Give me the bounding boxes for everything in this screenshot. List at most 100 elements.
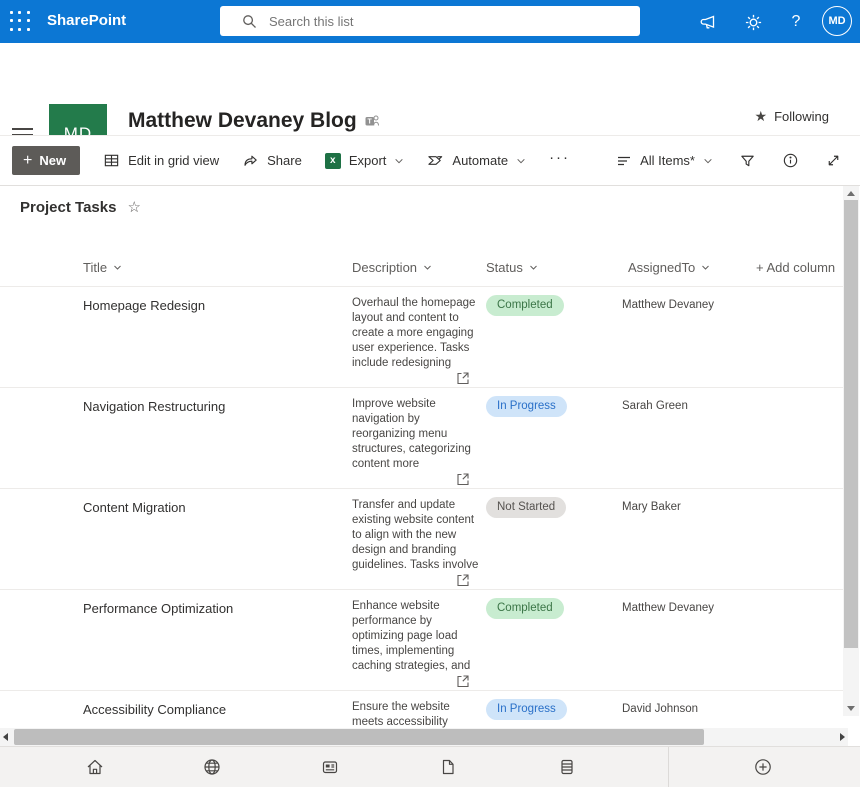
scroll-down-arrow[interactable]: [847, 706, 855, 711]
search-icon: [242, 14, 257, 29]
sharepoint-logo-link[interactable]: SharePoint: [47, 12, 126, 29]
column-header-status[interactable]: Status: [486, 260, 538, 275]
chevron-down-icon: [423, 263, 432, 272]
search-box[interactable]: [220, 6, 640, 36]
teams-icon: T: [365, 114, 379, 128]
column-header-assignedto[interactable]: AssignedTo: [628, 260, 710, 275]
footer-app-bar: [0, 746, 860, 787]
share-label: Share: [267, 153, 302, 168]
suite-bar: SharePoint ? MD: [0, 0, 860, 43]
status-badge: Completed: [486, 598, 564, 619]
home-icon[interactable]: [84, 756, 106, 778]
following-button[interactable]: ★ Following: [743, 108, 829, 125]
row-assigned-to: Matthew Devaney: [622, 602, 714, 614]
search-input[interactable]: [267, 13, 630, 30]
view-selector[interactable]: All Items*: [616, 153, 713, 169]
footer-divider: [668, 747, 669, 787]
status-badge: In Progress: [486, 396, 567, 417]
table-header: Title Description Status AssignedTo + Ad…: [0, 250, 843, 287]
site-header: MD Matthew Devaney Blog T Private group …: [0, 43, 860, 135]
row-title[interactable]: Navigation Restructuring: [83, 399, 225, 414]
site-title[interactable]: Matthew Devaney Blog T: [128, 109, 379, 133]
automate-button[interactable]: Automate: [427, 152, 526, 169]
view-selector-label: All Items*: [640, 153, 695, 168]
app-launcher-waffle-icon[interactable]: [10, 11, 31, 32]
grid-icon: [103, 152, 120, 169]
external-link-icon[interactable]: [457, 674, 469, 692]
vertical-scroll-thumb[interactable]: [844, 200, 858, 648]
sharepoint-list-page: SharePoint ? MD MD Matthew Devaney Blo: [0, 0, 860, 787]
column-label: Status: [486, 260, 523, 275]
table-row[interactable]: Homepage Redesign Overhaul the homepage …: [0, 287, 843, 388]
row-title[interactable]: Performance Optimization: [83, 601, 233, 616]
row-assigned-to: David Johnson: [622, 703, 698, 715]
table-row[interactable]: Navigation Restructuring Improve website…: [0, 388, 843, 489]
create-plus-icon[interactable]: [752, 756, 774, 778]
list-view: Project Tasks ☆ Title Description Status…: [0, 186, 860, 728]
scroll-left-arrow[interactable]: [3, 733, 8, 741]
row-description: Ensure the website meets accessibility: [352, 700, 480, 728]
filter-funnel-icon[interactable]: [739, 152, 756, 169]
new-button[interactable]: + New: [12, 146, 80, 175]
row-description: Transfer and update existing website con…: [352, 498, 480, 573]
external-link-icon[interactable]: [457, 573, 469, 591]
plus-icon: +: [23, 153, 32, 169]
row-assigned-to: Sarah Green: [622, 400, 688, 412]
lists-icon[interactable]: [556, 756, 578, 778]
chevron-down-icon: [529, 263, 538, 272]
column-header-description[interactable]: Description: [352, 260, 432, 275]
status-badge: Completed: [486, 295, 564, 316]
column-label: Title: [83, 260, 107, 275]
status-badge: In Progress: [486, 699, 567, 720]
scroll-up-arrow[interactable]: [847, 191, 855, 196]
chevron-down-icon: [394, 156, 404, 166]
expand-fullscreen-icon[interactable]: [825, 152, 842, 169]
external-link-icon[interactable]: [457, 472, 469, 490]
files-page-icon[interactable]: [437, 756, 459, 778]
horizontal-scroll-thumb[interactable]: [14, 729, 704, 745]
horizontal-scrollbar[interactable]: [0, 728, 848, 746]
chevron-down-icon: [701, 263, 710, 272]
edit-grid-view-label: Edit in grid view: [128, 153, 219, 168]
chevron-down-icon: [113, 263, 122, 272]
external-link-icon[interactable]: [457, 371, 469, 389]
scroll-right-arrow[interactable]: [840, 733, 845, 741]
row-title[interactable]: Accessibility Compliance: [83, 702, 226, 717]
row-description: Overhaul the homepage layout and content…: [352, 296, 480, 371]
news-icon[interactable]: [319, 756, 341, 778]
account-avatar[interactable]: MD: [822, 6, 852, 36]
automate-flow-icon: [427, 152, 444, 169]
column-label: Description: [352, 260, 417, 275]
settings-gear-icon[interactable]: [741, 10, 765, 34]
vertical-scrollbar[interactable]: [843, 186, 859, 716]
new-button-label: New: [39, 153, 66, 168]
excel-icon: x: [325, 153, 341, 169]
row-assigned-to: Matthew Devaney: [622, 299, 714, 311]
sites-globe-icon[interactable]: [201, 756, 223, 778]
row-title[interactable]: Content Migration: [83, 500, 186, 515]
row-description: Enhance website performance by optimizin…: [352, 599, 480, 674]
chevron-down-icon: [516, 156, 526, 166]
megaphone-icon[interactable]: [697, 10, 721, 34]
export-button[interactable]: x Export: [325, 153, 405, 169]
help-icon[interactable]: ?: [784, 10, 808, 34]
share-icon: [242, 152, 259, 169]
view-lines-icon: [616, 153, 632, 169]
svg-text:T: T: [367, 119, 372, 126]
row-title[interactable]: Homepage Redesign: [83, 298, 205, 313]
edit-grid-view-button[interactable]: Edit in grid view: [103, 152, 219, 169]
favorite-star-icon[interactable]: ☆: [127, 198, 140, 216]
chevron-down-icon: [703, 156, 713, 166]
overflow-menu-button[interactable]: ···: [549, 149, 570, 172]
table-row[interactable]: Content Migration Transfer and update ex…: [0, 489, 843, 590]
add-column-button[interactable]: + Add column: [756, 260, 835, 275]
info-icon[interactable]: [782, 152, 799, 169]
table-row[interactable]: Performance Optimization Enhance website…: [0, 590, 843, 691]
row-assigned-to: Mary Baker: [622, 501, 681, 513]
share-button[interactable]: Share: [242, 152, 302, 169]
following-star-icon: ★: [755, 108, 768, 125]
site-title-text: Matthew Devaney Blog: [128, 109, 357, 133]
column-header-title[interactable]: Title: [83, 260, 122, 275]
automate-label: Automate: [452, 153, 508, 168]
table-row[interactable]: Accessibility Compliance Ensure the webs…: [0, 691, 843, 728]
